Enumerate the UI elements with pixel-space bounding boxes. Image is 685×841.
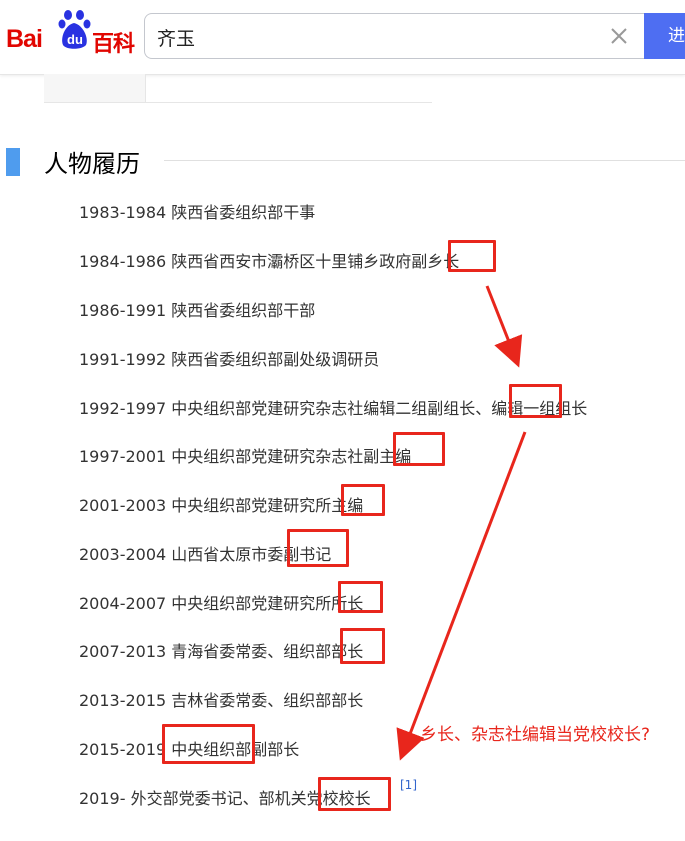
highlight-box	[287, 529, 349, 567]
close-icon[interactable]	[607, 24, 631, 48]
career-entry: 1991-1992 陕西省委组织部副处级调研员	[79, 350, 380, 369]
section-title: 人物履历	[44, 150, 140, 178]
highlight-box	[509, 384, 562, 418]
highlight-box	[318, 777, 391, 811]
logo-bai-text: Bai	[6, 25, 43, 53]
highlight-box	[393, 432, 445, 466]
reference-link[interactable]: [1]	[400, 778, 417, 792]
search-button[interactable]: 进	[644, 13, 685, 59]
highlight-box	[340, 628, 385, 664]
career-entry: 2001-2003 中央组织部党建研究所主编	[79, 496, 364, 515]
section-header: 人物履历	[0, 140, 685, 180]
table-cell	[44, 74, 146, 102]
section-divider	[164, 160, 685, 161]
top-bar: Bai du 百科 进	[0, 0, 685, 75]
career-entry: 1984-1986 陕西省西安市灞桥区十里铺乡政府副乡长	[79, 252, 460, 271]
highlight-box	[162, 724, 255, 764]
annotation-arrows	[396, 285, 527, 761]
highlight-box	[448, 240, 496, 272]
annotation-note: 乡长、杂志社编辑当党校校长?	[420, 725, 651, 745]
career-entry: 2007-2013 青海省委常委、组织部部长	[79, 642, 364, 661]
career-entry: 2013-2015 吉林省委常委、组织部部长	[79, 691, 364, 710]
logo-du-text: du	[67, 32, 83, 47]
career-entry: 1997-2001 中央组织部党建研究杂志社副主编	[79, 447, 412, 466]
career-entry: 1986-1991 陕西省委组织部干部	[79, 301, 316, 320]
career-entry: 2004-2007 中央组织部党建研究所所长	[79, 594, 364, 613]
search-input[interactable]	[155, 22, 599, 52]
highlight-box	[338, 581, 383, 613]
search-box	[144, 13, 644, 59]
baidu-baike-logo[interactable]: Bai du 百科	[6, 10, 136, 60]
career-entry: 1983-1984 陕西省委组织部干事	[79, 203, 316, 222]
logo-baike-text: 百科	[92, 32, 135, 57]
previous-table-fragment	[44, 74, 432, 103]
highlight-box	[341, 484, 385, 516]
section-marker	[6, 148, 20, 176]
